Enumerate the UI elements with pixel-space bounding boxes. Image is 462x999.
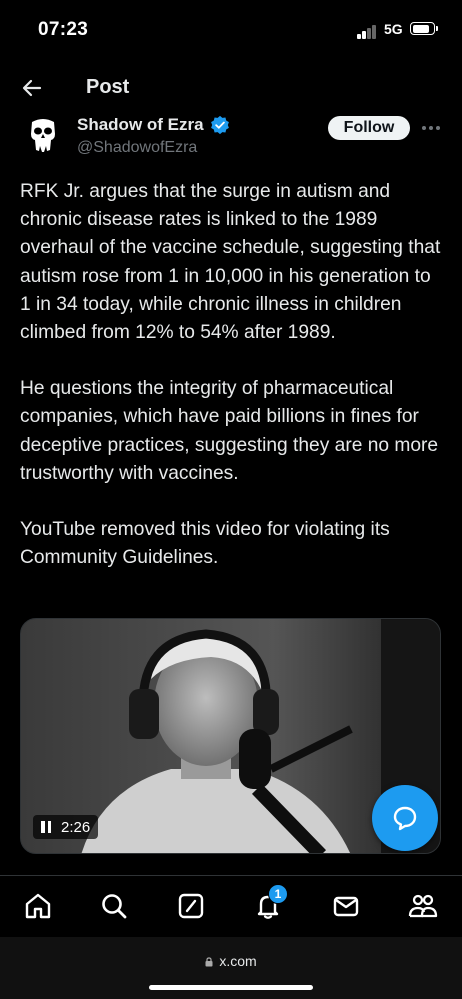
author-name[interactable]: Shadow of Ezra bbox=[77, 115, 204, 135]
lock-icon bbox=[205, 957, 213, 967]
author-handle[interactable]: @ShadowofEzra bbox=[77, 139, 197, 157]
punisher-skull-icon bbox=[20, 112, 66, 158]
network-type: 5G bbox=[384, 21, 403, 37]
battery-icon bbox=[410, 22, 438, 35]
url-domain: x.com bbox=[219, 953, 257, 969]
url-display[interactable]: x.com bbox=[0, 953, 462, 969]
tweet-paragraph: RFK Jr. argues that the surge in autism … bbox=[20, 181, 441, 344]
tweet-paragraph: He questions the integrity of pharmaceut… bbox=[20, 378, 439, 484]
video-time: 2:26 bbox=[61, 818, 91, 836]
notification-badge: 1 bbox=[268, 884, 288, 904]
messages-icon[interactable] bbox=[330, 890, 362, 922]
chat-bubble-icon bbox=[393, 806, 417, 831]
page-title: Post bbox=[86, 76, 130, 98]
compose-reply-button[interactable] bbox=[372, 785, 438, 851]
communities-icon[interactable] bbox=[407, 890, 439, 922]
status-time: 07:23 bbox=[38, 19, 89, 40]
tweet-text: RFK Jr. argues that the surge in autism … bbox=[20, 178, 445, 600]
back-arrow-icon[interactable] bbox=[20, 76, 44, 100]
more-options-icon[interactable] bbox=[420, 118, 442, 138]
home-indicator[interactable] bbox=[149, 985, 313, 990]
avatar[interactable] bbox=[20, 112, 66, 158]
author-name-row[interactable]: Shadow of Ezra bbox=[77, 115, 230, 135]
search-icon[interactable] bbox=[98, 890, 130, 922]
post-header: Post bbox=[0, 66, 462, 110]
bottom-navigation bbox=[0, 875, 462, 937]
tweet-paragraph: YouTube removed this video for violating… bbox=[20, 519, 390, 569]
status-bar: 07:23 5G bbox=[0, 0, 462, 60]
grok-icon[interactable] bbox=[175, 890, 207, 922]
home-icon[interactable] bbox=[22, 890, 54, 922]
pause-icon[interactable] bbox=[41, 821, 51, 833]
verified-badge-icon bbox=[210, 115, 229, 135]
signal-icon bbox=[357, 25, 379, 39]
follow-button[interactable]: Follow bbox=[328, 116, 410, 140]
video-time-badge[interactable]: 2:26 bbox=[33, 815, 99, 839]
